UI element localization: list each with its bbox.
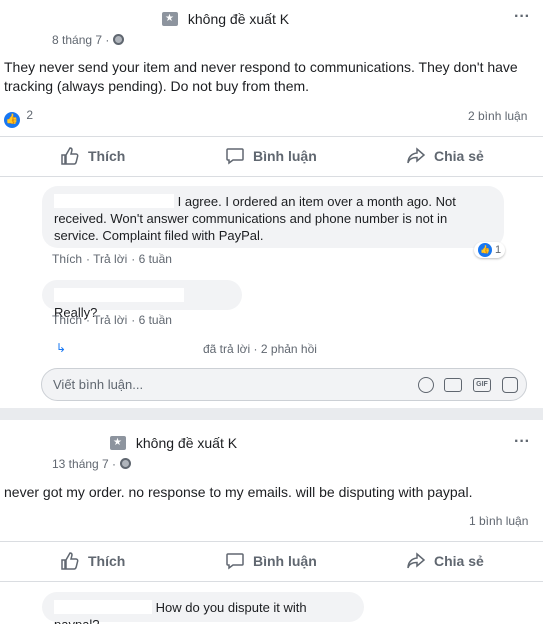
recommend-label: không đề xuất K — [135, 435, 238, 451]
post-author-line: không đề xuất K — [110, 435, 237, 451]
reaction-count: 2 — [26, 108, 34, 122]
post-date[interactable]: 13 tháng 7 · — [52, 457, 132, 471]
comment-bubble-icon — [226, 148, 244, 165]
reactions-summary[interactable]: 👍 2 — [4, 108, 33, 128]
write-comment-field[interactable]: Viết bình luận... GIF — [41, 368, 527, 401]
post-author-line: không đề xuất K — [162, 11, 289, 27]
thumbs-up-icon — [61, 552, 79, 570]
globe-icon — [113, 34, 125, 45]
post-text: never got my order. no response to my em… — [4, 484, 473, 500]
comment-age[interactable]: 6 tuần — [139, 313, 172, 327]
comment-bubble: I agree. I ordered an item over a month … — [42, 186, 504, 248]
review-post-2: không đề xuất K ··· 13 tháng 7 · never g… — [0, 420, 543, 624]
comment-bubble: Really? — [42, 280, 242, 320]
comment-actions: Thích · Trả lời · 6 tuần — [52, 252, 172, 266]
comment-bubble-icon — [226, 553, 244, 570]
more-dots-icon[interactable]: ··· — [514, 433, 530, 451]
comment-button[interactable]: Bình luận — [225, 146, 317, 166]
share-arrow-icon — [407, 147, 426, 164]
post-date[interactable]: 8 tháng 7 · — [52, 33, 125, 47]
sticker-icon[interactable] — [502, 377, 518, 393]
redacted-commenter-name — [54, 194, 174, 208]
camera-icon[interactable] — [444, 378, 462, 392]
share-button[interactable]: Chia sẻ — [406, 146, 484, 166]
emoji-icon[interactable] — [418, 377, 434, 393]
reply-arrow-icon: ↳ — [56, 341, 67, 355]
post-text: They never send your item and never resp… — [4, 59, 518, 94]
view-replies-link[interactable]: đã trả lời · 2 phản hồi — [203, 342, 317, 356]
comment-like-link[interactable]: Thích — [52, 252, 82, 266]
recommend-flag-icon — [110, 436, 126, 450]
like-reaction-icon: 👍 — [478, 243, 492, 257]
comment-count[interactable]: 1 bình luận — [469, 514, 528, 528]
comment-reply-link[interactable]: Trả lời — [93, 313, 127, 327]
comment-count[interactable]: 2 bình luận — [468, 109, 527, 123]
globe-icon — [120, 458, 132, 469]
comment-bubble: How do you dispute it with paypal? — [42, 592, 364, 624]
comment-age[interactable]: 6 tuần — [139, 252, 172, 266]
comment-actions: Thích · Trả lời · 6 tuần — [52, 313, 172, 327]
comment-reaction-badge[interactable]: 👍 1 — [474, 242, 506, 258]
like-button[interactable]: Thích — [60, 146, 125, 166]
recommend-flag-icon — [162, 12, 178, 26]
like-button[interactable]: Thích — [60, 551, 125, 571]
recommend-label: không đề xuất K — [187, 11, 290, 27]
more-dots-icon[interactable]: ··· — [514, 8, 530, 26]
gif-icon[interactable]: GIF — [473, 378, 491, 392]
like-reaction-icon: 👍 — [4, 112, 20, 128]
share-button[interactable]: Chia sẻ — [406, 551, 484, 571]
thumbs-up-icon — [61, 147, 79, 165]
comment-like-link[interactable]: Thích — [52, 313, 82, 327]
share-arrow-icon — [407, 552, 426, 569]
review-post-1: không đề xuất K ··· 8 tháng 7 · They nev… — [0, 0, 543, 408]
redacted-commenter-name — [54, 288, 184, 302]
write-comment-placeholder: Viết bình luận... — [53, 377, 144, 392]
comment-button[interactable]: Bình luận — [225, 551, 317, 571]
comment-reply-link[interactable]: Trả lời — [93, 252, 127, 266]
redacted-commenter-name — [54, 600, 152, 614]
